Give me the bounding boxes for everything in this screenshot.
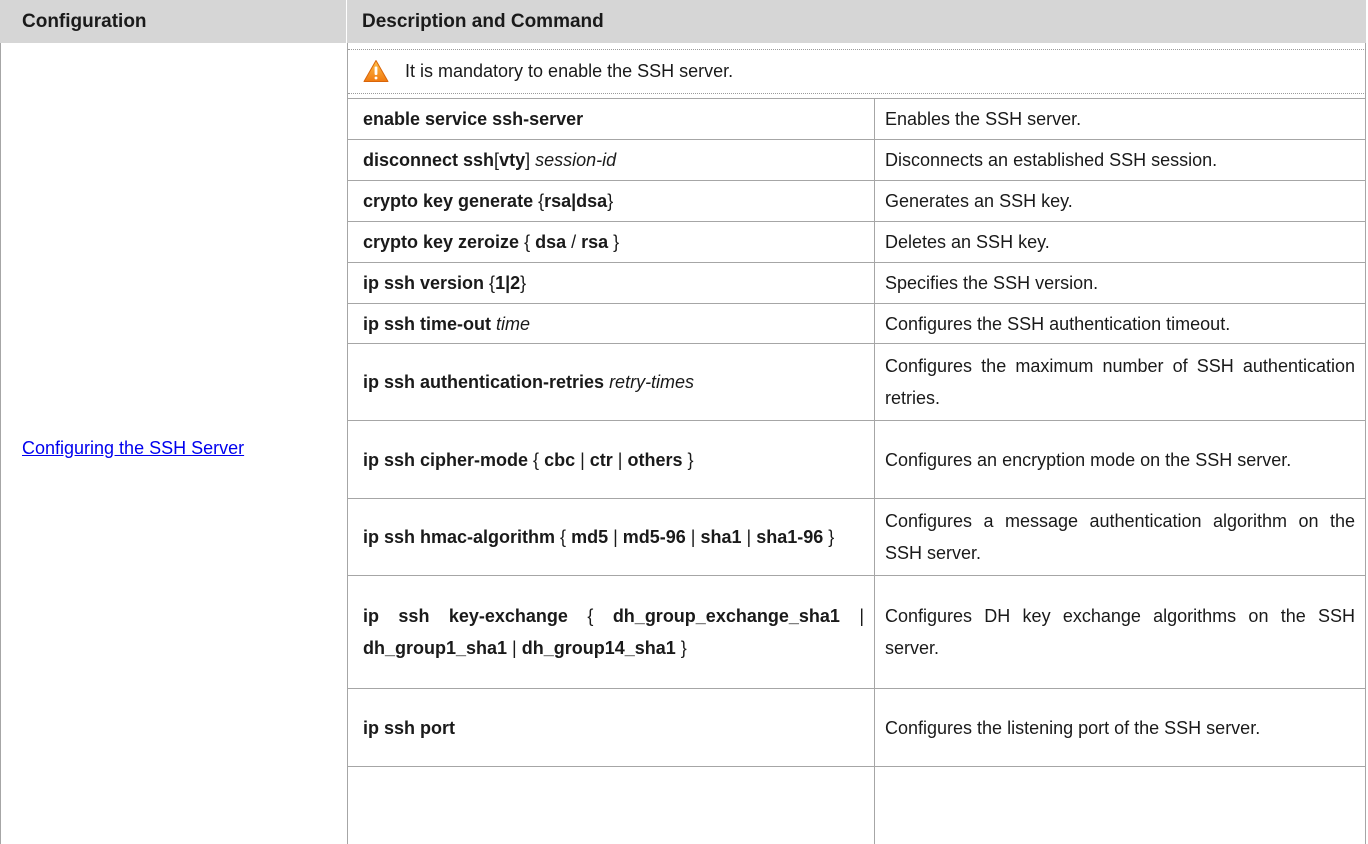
command-keyword: ip ssh port xyxy=(363,717,456,738)
left-border xyxy=(0,43,1,844)
command-syntax: } xyxy=(520,273,527,293)
command-keyword: ip ssh key-exchange xyxy=(363,606,588,626)
description-cell: Configures the maximum number of SSH aut… xyxy=(885,356,1355,408)
right-border xyxy=(1365,43,1366,844)
description-cell: Configures DH key exchange algorithms on… xyxy=(885,606,1355,658)
command-cell: ip ssh authentication-retries retry-time… xyxy=(348,344,874,420)
description-cell: Deletes an SSH key. xyxy=(885,232,1050,252)
command-cell: ip ssh version {1|2} xyxy=(348,263,874,303)
command-syntax: { xyxy=(560,527,572,547)
command-keyword: ip ssh authentication-retries xyxy=(363,372,610,392)
command-cell: ip ssh hmac-algorithm { md5 | md5-96 | s… xyxy=(348,499,874,575)
description-cell: Configures an encryption mode on the SSH… xyxy=(885,449,1292,470)
description-cell: Specifies the SSH version. xyxy=(885,273,1099,293)
command-syntax: | xyxy=(608,527,623,547)
command-keyword: vty xyxy=(499,150,526,170)
command-keyword: dh_group14_sha1 xyxy=(521,638,676,658)
command-syntax: { xyxy=(587,606,613,626)
command-syntax: ] xyxy=(525,150,536,170)
command-syntax: } xyxy=(675,638,687,658)
command-keyword: ip ssh hmac-algorithm xyxy=(363,527,561,547)
command-syntax: | xyxy=(507,638,522,658)
command-syntax: } xyxy=(682,449,694,470)
command-keyword: others xyxy=(627,449,683,470)
command-keyword: rsa xyxy=(581,232,609,252)
configuring-ssh-server-link[interactable]: Configuring the SSH Server xyxy=(22,438,244,459)
command-keyword: disconnect ssh xyxy=(363,150,495,170)
command-syntax: { xyxy=(533,449,545,470)
command-cell: enable service ssh-server xyxy=(348,99,874,139)
command-keyword: sha1 xyxy=(700,527,742,547)
command-keyword: sha1-96 xyxy=(756,527,824,547)
command-keyword: md5 xyxy=(571,527,609,547)
command-keyword: enable service ssh-server xyxy=(363,109,584,129)
command-syntax: | xyxy=(741,527,757,547)
command-keyword: crypto key generate xyxy=(363,191,539,211)
warning-icon xyxy=(363,60,389,82)
command-argument: time xyxy=(496,313,531,334)
description-cell: Enables the SSH server. xyxy=(885,109,1082,129)
command-cell: ip ssh cipher-mode { cbc | ctr | others … xyxy=(348,421,874,498)
command-syntax: } xyxy=(608,232,620,252)
note-box: It is mandatory to enable the SSH server… xyxy=(348,49,1366,93)
command-syntax: { xyxy=(524,232,536,252)
command-keyword: dh_group_exchange_sha1 xyxy=(612,606,840,626)
command-cell: crypto key generate {rsa|dsa} xyxy=(348,181,874,221)
command-keyword: ctr xyxy=(589,449,613,470)
command-argument: retry-times xyxy=(609,372,695,392)
command-cell: ip ssh port xyxy=(348,689,874,766)
header-configuration: Configuration xyxy=(0,0,347,43)
row-separator xyxy=(348,766,1366,767)
command-keyword: rsa|dsa xyxy=(544,191,608,211)
command-cell: ip ssh key-exchange { dh_group_exchange_… xyxy=(348,576,874,688)
command-keyword: crypto key zeroize xyxy=(363,232,525,252)
command-cell: disconnect ssh[vty] session-id xyxy=(348,140,874,180)
command-argument: session-id xyxy=(535,150,617,170)
command-syntax: / xyxy=(566,232,582,252)
command-keyword: dh_group1_sha1 xyxy=(363,638,508,658)
command-keyword: dsa xyxy=(535,232,567,252)
description-cell: Configures the listening port of the SSH… xyxy=(885,717,1261,738)
command-syntax: | xyxy=(575,449,590,470)
command-keyword: ip ssh time-out xyxy=(363,313,497,334)
command-keyword: 1|2 xyxy=(495,273,521,293)
command-keyword: cbc xyxy=(544,449,576,470)
command-keyword: md5-96 xyxy=(622,527,686,547)
command-syntax: } xyxy=(823,527,835,547)
description-cell: Disconnects an established SSH session. xyxy=(885,150,1218,170)
description-cell: Generates an SSH key. xyxy=(885,191,1073,211)
command-syntax: } xyxy=(607,191,614,211)
command-syntax: | xyxy=(839,606,864,626)
command-syntax: | xyxy=(612,449,628,470)
command-cell: crypto key zeroize { dsa / rsa } xyxy=(348,222,874,262)
command-syntax: | xyxy=(685,527,701,547)
command-keyword: ip ssh cipher-mode xyxy=(363,449,534,470)
header-description-command: Description and Command xyxy=(347,0,1366,43)
command-keyword: ip ssh version xyxy=(363,273,490,293)
description-cell: Configures a message authentication algo… xyxy=(885,511,1355,563)
note-bottom-rule xyxy=(348,93,1366,94)
description-cell: Configures the SSH authentication timeou… xyxy=(885,313,1231,334)
note-text: It is mandatory to enable the SSH server… xyxy=(405,60,734,81)
command-table: Configuration Description and Command Co… xyxy=(0,0,1366,844)
command-cell: ip ssh time-out time xyxy=(348,304,874,343)
